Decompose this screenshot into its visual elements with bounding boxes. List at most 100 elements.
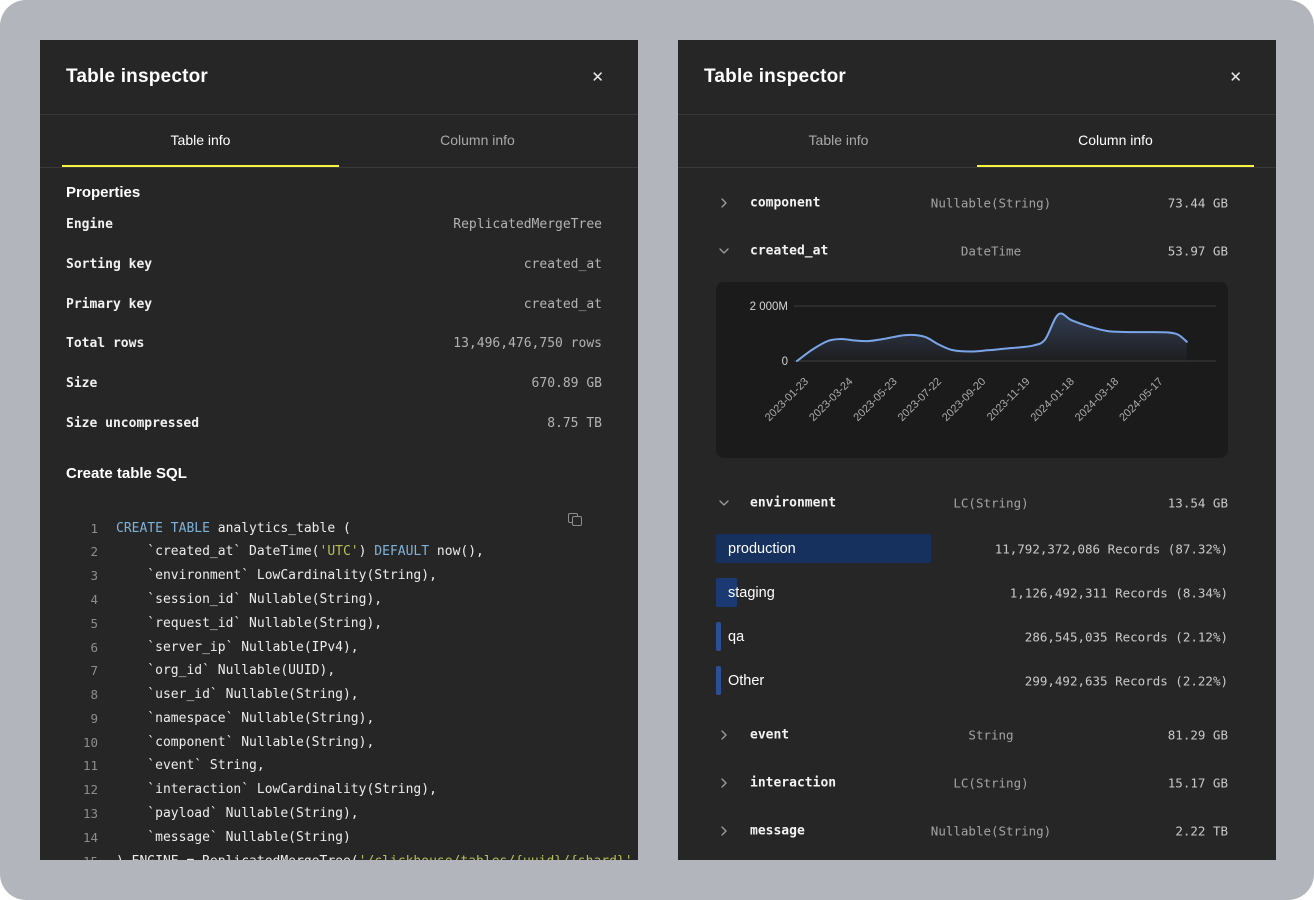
property-value: created_at — [524, 297, 602, 312]
value-record-count: 1,126,492,311 Records (8.34%) — [1010, 586, 1228, 601]
value-record-count: 299,492,635 Records (2.22%) — [1025, 674, 1228, 689]
chevron-right-icon[interactable] — [718, 777, 730, 789]
column-row-created_at[interactable]: created_atDateTime53.97 GB — [678, 227, 1276, 275]
column-type: Nullable(String) — [931, 196, 1051, 211]
value-record-count: 11,792,372,086 Records (87.32%) — [995, 542, 1228, 557]
svg-text:2 000M: 2 000M — [750, 301, 788, 313]
property-label: Engine — [66, 217, 113, 232]
column-row-event[interactable]: eventString81.29 GB — [678, 711, 1276, 759]
tab-column-info[interactable]: Column info — [339, 115, 616, 167]
sql-code-line: 1CREATE TABLE analytics_table ( — [66, 516, 602, 540]
line-number: 13 — [66, 806, 98, 821]
value-row-qa: qa 286,545,035 Records (2.12%) — [678, 615, 1276, 659]
sql-code-line: 2 `created_at` DateTime('UTC') DEFAULT n… — [66, 540, 602, 564]
column-row-environment[interactable]: environmentLC(String)13.54 GB — [678, 479, 1276, 527]
sql-code-text: `event` String, — [116, 758, 265, 773]
sql-code-text: `interaction` LowCardinality(String), — [116, 782, 437, 797]
line-number: 7 — [66, 663, 98, 678]
sql-code-text: `payload` Nullable(String), — [116, 806, 359, 821]
svg-text:2024-01-18: 2024-01-18 — [1029, 376, 1077, 424]
property-row: Engine ReplicatedMergeTree — [66, 205, 602, 245]
sql-code-text: CREATE TABLE analytics_table ( — [116, 521, 351, 536]
sql-code-line: 3 `environment` LowCardinality(String), — [66, 564, 602, 588]
tab-table-info[interactable]: Table info — [62, 115, 339, 167]
property-row: Primary key created_at — [66, 284, 602, 324]
dialog-title: Table inspector — [66, 66, 208, 88]
line-number: 6 — [66, 640, 98, 655]
sql-code-text: `namespace` Nullable(String), — [116, 711, 374, 726]
sql-code-line: 13 `payload` Nullable(String), — [66, 802, 602, 826]
line-number: 15 — [66, 854, 98, 860]
sql-code-line: 5 `request_id` Nullable(String), — [66, 611, 602, 635]
sql-code-line: 15) ENGINE = ReplicatedMergeTree('/click… — [66, 849, 602, 860]
column-name: interaction — [750, 776, 836, 791]
properties-heading: Properties — [66, 184, 602, 201]
property-label: Sorting key — [66, 257, 152, 272]
sql-code-text: `created_at` DateTime('UTC') DEFAULT now… — [116, 544, 484, 559]
sql-code-text: `environment` LowCardinality(String), — [116, 568, 437, 583]
table-inspector-dialog-left: Table inspector ✕ Table info Column info… — [40, 40, 638, 860]
column-size: 15.17 GB — [1168, 776, 1228, 791]
chevron-down-icon[interactable] — [718, 497, 730, 509]
copy-icon[interactable] — [568, 510, 588, 530]
column-list: componentNullable(String)73.44 GBcreated… — [678, 168, 1276, 855]
column-name: created_at — [750, 244, 828, 259]
close-icon[interactable]: ✕ — [587, 66, 608, 89]
dialog-header: Table inspector ✕ — [678, 40, 1276, 115]
sql-code-line: 8 `user_id` Nullable(String), — [66, 683, 602, 707]
svg-text:2023-11-19: 2023-11-19 — [985, 376, 1033, 424]
chevron-right-icon[interactable] — [718, 825, 730, 837]
create-table-sql-heading: Create table SQL — [66, 465, 602, 482]
sql-code-text: `session_id` Nullable(String), — [116, 592, 382, 607]
property-value: created_at — [524, 257, 602, 272]
tab-column-info[interactable]: Column info — [977, 115, 1254, 167]
sql-code-line: 6 `server_ip` Nullable(IPv4), — [66, 635, 602, 659]
value-label: Other — [728, 673, 764, 689]
column-row-component[interactable]: componentNullable(String)73.44 GB — [678, 179, 1276, 227]
property-value: 13,496,476,750 rows — [453, 336, 602, 351]
column-size: 53.97 GB — [1168, 244, 1228, 259]
value-row-staging: staging1,126,492,311 Records (8.34%) — [678, 571, 1276, 615]
tab-bar: Table info Column info — [40, 115, 638, 168]
column-type: String — [968, 728, 1013, 743]
tab-table-info[interactable]: Table info — [700, 115, 977, 167]
sql-code-text: `user_id` Nullable(String), — [116, 687, 359, 702]
line-number: 3 — [66, 568, 98, 583]
sql-code-text: `request_id` Nullable(String), — [116, 616, 382, 631]
dialog-title: Table inspector — [704, 66, 846, 88]
svg-text:2023-03-24: 2023-03-24 — [807, 376, 855, 424]
sql-code-line: 7 `org_id` Nullable(UUID), — [66, 659, 602, 683]
column-type: LC(String) — [953, 496, 1028, 511]
column-type: LC(String) — [953, 776, 1028, 791]
table-inspector-dialog-right: Table inspector ✕ Table info Column info… — [678, 40, 1276, 860]
line-number: 10 — [66, 735, 98, 750]
line-number: 12 — [66, 782, 98, 797]
line-number: 2 — [66, 544, 98, 559]
sql-code-line: 9 `namespace` Nullable(String), — [66, 707, 602, 731]
property-row: Size uncompressed8.75 TB — [66, 403, 602, 443]
value-bar — [716, 622, 721, 651]
property-label: Primary key — [66, 297, 152, 312]
column-size: 81.29 GB — [1168, 728, 1228, 743]
svg-text:2023-07-22: 2023-07-22 — [896, 376, 944, 424]
property-label: Size — [66, 376, 97, 391]
chevron-right-icon[interactable] — [718, 197, 730, 209]
svg-text:2023-01-23: 2023-01-23 — [763, 376, 811, 424]
sql-code-line: 4 `session_id` Nullable(String), — [66, 588, 602, 612]
property-value: ReplicatedMergeTree — [453, 217, 602, 232]
value-label: qa — [728, 629, 744, 645]
value-label: production — [728, 541, 796, 557]
column-row-message[interactable]: messageNullable(String)2.22 TB — [678, 807, 1276, 855]
svg-text:2023-05-23: 2023-05-23 — [851, 376, 899, 424]
column-histogram-chart: 2 000M02023-01-232023-03-242023-05-23202… — [716, 282, 1228, 458]
value-record-count: 286,545,035 Records (2.12%) — [1025, 630, 1228, 645]
property-value: 670.89 GB — [532, 376, 602, 391]
property-row: Size 670.89 GB — [66, 364, 602, 404]
chevron-right-icon[interactable] — [718, 729, 730, 741]
line-number: 9 — [66, 711, 98, 726]
sql-code-text: ) ENGINE = ReplicatedMergeTree('/clickho… — [116, 854, 633, 860]
sql-code-line: 14 `message` Nullable(String) — [66, 825, 602, 849]
chevron-down-icon[interactable] — [718, 245, 730, 257]
close-icon[interactable]: ✕ — [1225, 66, 1246, 89]
column-row-interaction[interactable]: interaction LC(String) 15.17 GB — [678, 759, 1276, 807]
